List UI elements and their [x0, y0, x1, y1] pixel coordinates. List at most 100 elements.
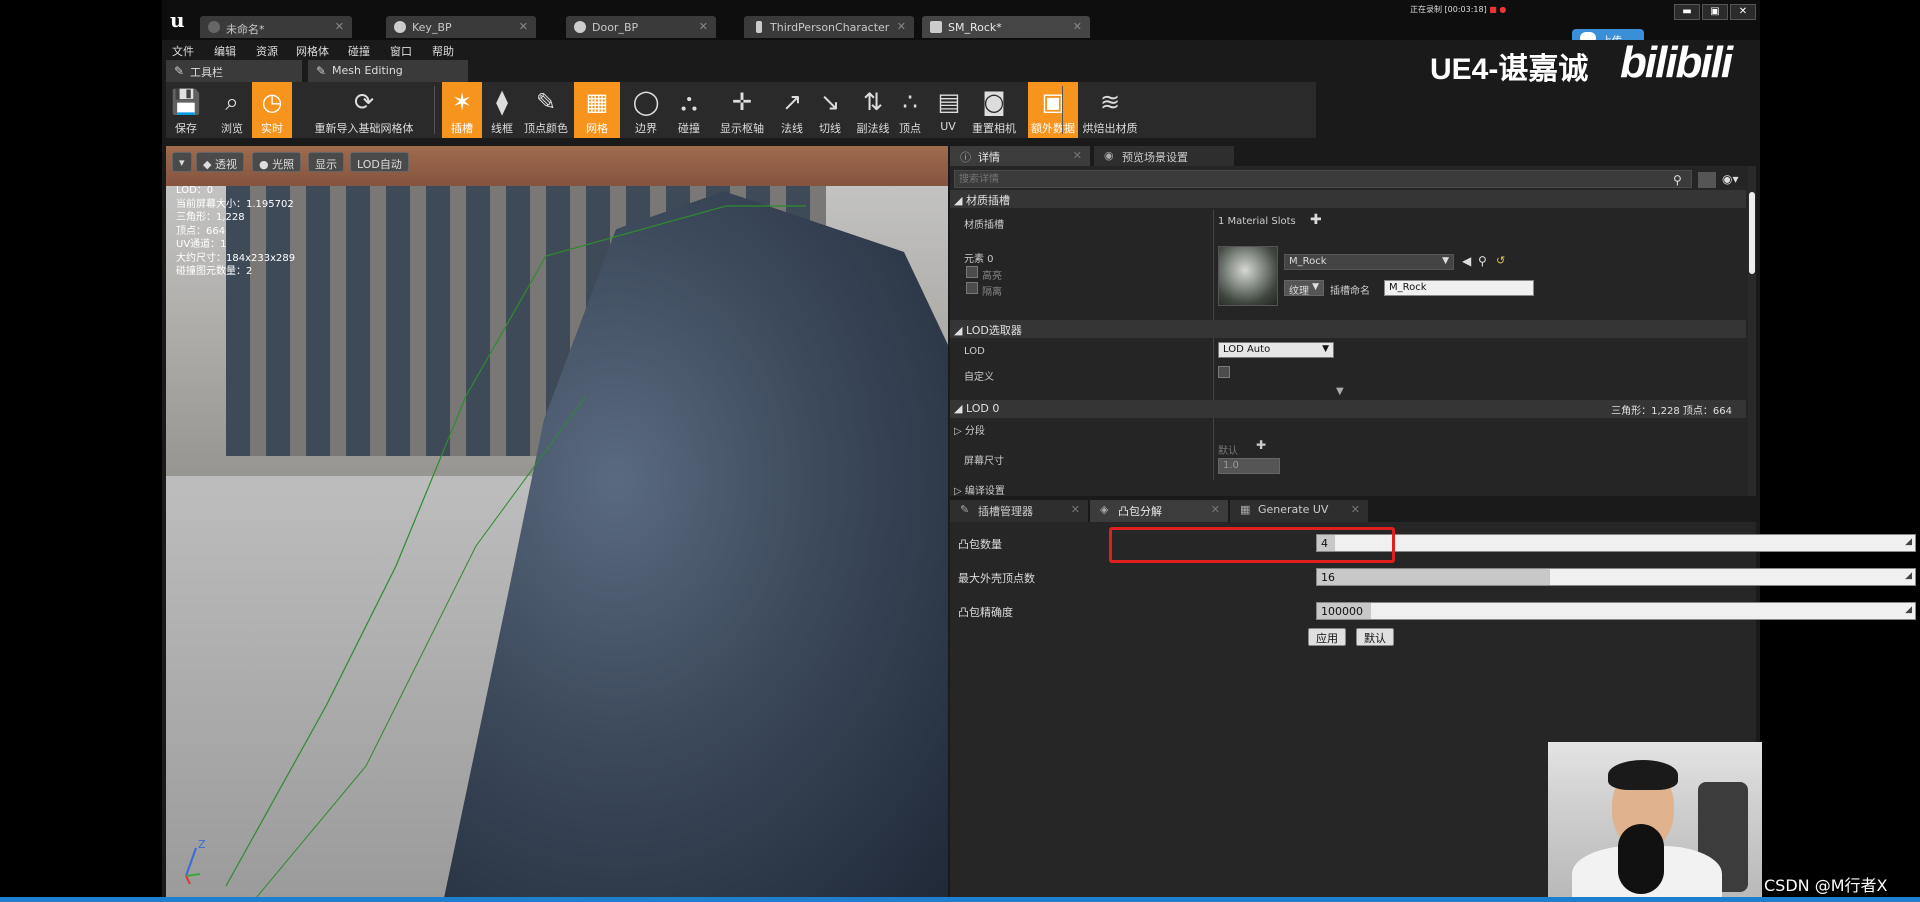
toolbar-button-grid[interactable]: ▦ 网格 — [574, 82, 620, 138]
menu-collision[interactable]: 碰撞 — [348, 43, 370, 59]
tab-socket-manager[interactable]: ✎ 插槽管理器 ✕ — [950, 500, 1088, 522]
texture-dropdown[interactable]: 纹理 ▼ — [1284, 280, 1324, 297]
menu-edit[interactable]: 编辑 — [214, 43, 236, 59]
close-icon[interactable]: ✕ — [897, 20, 906, 33]
maximize-button[interactable]: ▣ — [1702, 4, 1728, 20]
toolbar-button-socket[interactable]: ✶ 插槽 — [442, 82, 482, 138]
close-icon[interactable]: ✕ — [335, 20, 344, 33]
toolbar-button-reset-camera[interactable]: ◙ 重置相机 — [966, 82, 1022, 138]
menu-file[interactable]: 文件 — [172, 43, 194, 59]
perspective-button[interactable]: ◆ 透视 — [196, 152, 244, 172]
close-icon[interactable]: ✕ — [1351, 503, 1360, 516]
close-icon[interactable]: ✕ — [1073, 20, 1082, 33]
menu-help[interactable]: 帮助 — [432, 43, 454, 59]
toolbar-button-pivot[interactable]: ✛ 显示枢轴 — [714, 82, 770, 138]
toolbar-button-collision[interactable]: ⛬ 碰撞 — [666, 82, 712, 138]
use-selected-icon[interactable]: ◀ — [1462, 254, 1471, 268]
isolate-label: 隔离 — [982, 287, 1002, 298]
toolbar-separator — [1062, 86, 1063, 134]
toolbar-button-save[interactable]: 💾 保存 — [166, 82, 206, 138]
build-settings-label[interactable]: ▷ 编译设置 — [954, 482, 1005, 497]
menu-asset[interactable]: 资源 — [256, 43, 278, 59]
toolbar-button-bounds[interactable]: ◯ 边界 — [626, 82, 666, 138]
toolbar-button-bake-material[interactable]: ≋ 烘焙出材质 — [1082, 82, 1138, 138]
max-hull-verts-slider[interactable]: 16 ◢ — [1316, 568, 1916, 586]
hull-precision-slider[interactable]: 100000 ◢ — [1316, 602, 1916, 620]
add-slot-icon[interactable]: ✚ — [1310, 212, 1322, 228]
tab-details[interactable]: ⓘ 详情 ✕ — [950, 146, 1090, 166]
menu-mesh[interactable]: 网格体 — [296, 43, 329, 59]
toolbar-button-normals[interactable]: ↗ 法线 — [772, 82, 812, 138]
toolbar-button-realtime[interactable]: ◷ 实时 — [252, 82, 292, 138]
toolbar-button-browse[interactable]: ⌕ 浏览 — [212, 82, 252, 138]
doc-tab-untitled[interactable]: 未命名* ✕ — [200, 16, 352, 38]
close-icon[interactable]: ✕ — [1073, 149, 1082, 162]
search-input[interactable] — [959, 172, 1659, 186]
hull-count-slider[interactable]: 4 ◢ — [1316, 534, 1916, 552]
close-icon[interactable]: ✕ — [1071, 503, 1080, 516]
toolbar-button-reimport[interactable]: ⟳ 重新导入基础网格体 — [292, 82, 436, 138]
toolbar-button-additional-data[interactable]: ▣ 额外数据 — [1028, 82, 1078, 138]
material-dropdown[interactable]: M_Rock ▼ — [1284, 254, 1454, 270]
toolbar: 💾 保存 ⌕ 浏览 ◷ 实时 ⟳ 重新导入基础网格体 ✶ 插槽 ⧫ 线框 ✎ 顶点颜色 ▦ 网格 ◯ 边界 ⛬ 碰撞 ✛… — [166, 82, 1316, 138]
section-lod0[interactable]: ◢ LOD 0 三角形：1,228 顶点：664 — [950, 400, 1746, 418]
lighting-button[interactable]: ● 光照 — [252, 152, 302, 172]
section-lod-picker[interactable]: ◢ LOD选取器 — [950, 320, 1746, 338]
highlight-checkbox[interactable] — [966, 266, 978, 278]
toolbar-button-uv[interactable]: ▤ UV — [932, 82, 964, 138]
tab-mesh-editing[interactable]: ✎ Mesh Editing — [308, 60, 468, 82]
collision-icon: ⛬ — [680, 88, 698, 116]
tab-label: 预览场景设置 — [1122, 151, 1188, 164]
tab-generate-uv[interactable]: ▦ Generate UV ✕ — [1230, 500, 1368, 522]
mesh-viewport[interactable]: ▾ ◆ 透视 ● 光照 显示 LOD自动 LOD：0 当前屏幕大小：1.1957… — [166, 146, 948, 898]
isolate-checkbox[interactable] — [966, 282, 978, 294]
reset-icon[interactable]: ↺ — [1496, 254, 1505, 267]
uv-icon: ▦ — [1240, 503, 1251, 516]
minimize-button[interactable]: ▬ — [1674, 4, 1700, 20]
close-icon[interactable]: ✕ — [699, 20, 708, 33]
screen-size-input[interactable]: 1.0 — [1218, 458, 1280, 474]
toolbar-button-label: 重新导入基础网格体 — [314, 122, 414, 135]
toolbar-button-tangents[interactable]: ↘ 切线 — [810, 82, 850, 138]
section-label: LOD 0 — [965, 402, 1000, 415]
sections-label[interactable]: ▷ 分段 — [954, 422, 985, 437]
doc-tab-third-person[interactable]: ThirdPersonCharacter ✕ — [744, 16, 914, 38]
tab-preview-scene[interactable]: ◉ 预览场景设置 — [1094, 146, 1234, 166]
details-search[interactable]: ⚲ — [954, 170, 1692, 188]
browse-icon[interactable]: ⚲ — [1478, 254, 1487, 268]
close-icon[interactable]: ✕ — [519, 20, 528, 33]
doc-tab-sm-rock[interactable]: SM_Rock* ✕ — [922, 16, 1090, 38]
lod-dropdown[interactable]: LOD Auto ▼ — [1218, 342, 1334, 358]
default-button[interactable]: 默认 — [1356, 628, 1394, 646]
viewport-menu-button[interactable]: ▾ — [172, 152, 192, 172]
record-stop-icon[interactable]: ■ ● — [1489, 5, 1506, 14]
slot-name-input[interactable]: M_Rock — [1384, 280, 1534, 296]
tab-toolbar[interactable]: ✎ 工具栏 — [166, 60, 302, 82]
menu-window[interactable]: 窗口 — [390, 43, 412, 59]
material-thumbnail[interactable] — [1218, 246, 1278, 306]
tab-convex-decomposition[interactable]: ◈ 凸包分解 ✕ — [1090, 500, 1228, 522]
toolbar-button-wireframe[interactable]: ⧫ 线框 — [482, 82, 522, 138]
apply-button[interactable]: 应用 — [1308, 628, 1346, 646]
show-button[interactable]: 显示 — [308, 152, 344, 172]
toolbar-button-vertex-color[interactable]: ✎ 顶点颜色 — [522, 82, 570, 138]
grid-view-icon[interactable] — [1698, 172, 1716, 188]
stat-vertices: 顶点：664 — [176, 225, 226, 237]
search-icon[interactable]: ⚲ — [1673, 173, 1687, 187]
scrollbar-thumb[interactable] — [1749, 192, 1755, 274]
close-window-button[interactable]: ✕ — [1730, 4, 1756, 20]
eye-icon[interactable]: ◉▾ — [1722, 172, 1739, 186]
add-screen-size-icon[interactable]: ✚ — [1256, 438, 1266, 452]
custom-checkbox[interactable] — [1218, 366, 1230, 378]
axis-z-label: Z — [198, 838, 206, 851]
toolbar-button-binormals[interactable]: ⇅ 副法线 — [852, 82, 894, 138]
toolbar-button-vertices[interactable]: ∴ 顶点 — [890, 82, 930, 138]
section-material-slots[interactable]: ◢ 材质插槽 — [950, 190, 1746, 208]
details-scrollbar[interactable] — [1748, 166, 1756, 496]
screen-size-label: 屏幕尺寸 — [964, 456, 1004, 467]
lod-auto-button[interactable]: LOD自动 — [350, 152, 409, 172]
doc-tab-door-bp[interactable]: Door_BP ✕ — [566, 16, 716, 38]
close-icon[interactable]: ✕ — [1211, 503, 1220, 516]
doc-tab-key-bp[interactable]: Key_BP ✕ — [386, 16, 536, 38]
expand-chevron-icon[interactable]: ▼ — [1336, 386, 1344, 397]
